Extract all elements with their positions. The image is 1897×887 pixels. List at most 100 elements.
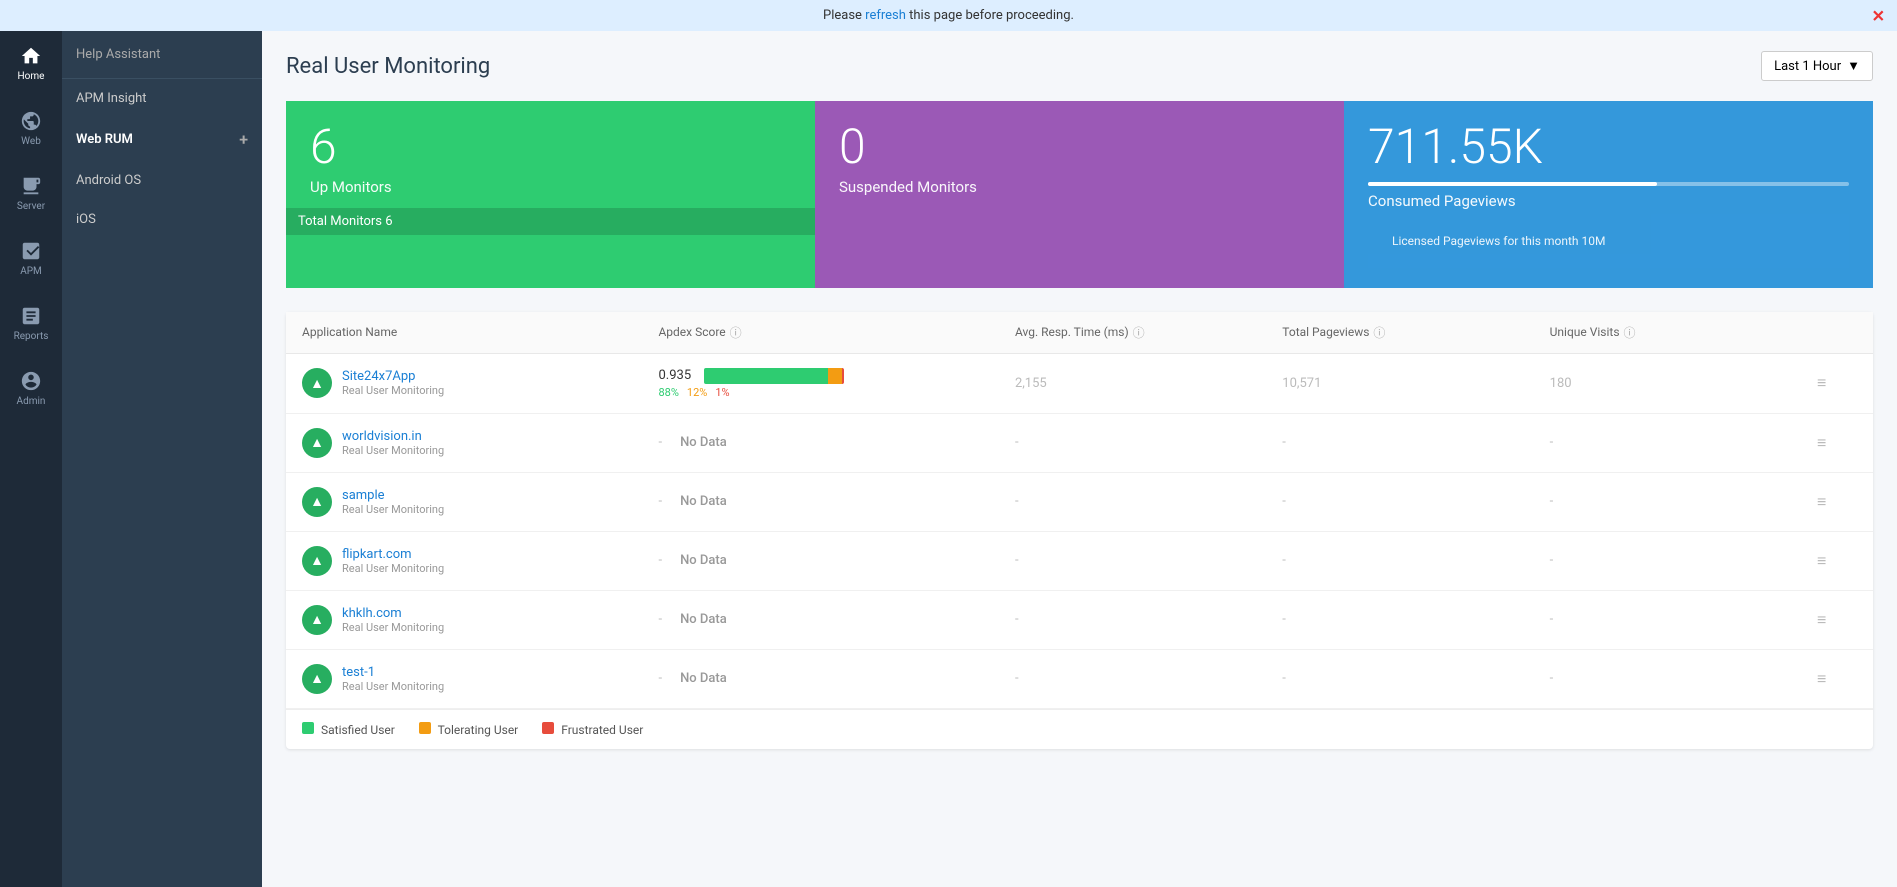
app-name-link[interactable]: Site24x7App [342,369,444,384]
table-row: ▲ khklh.com Real User Monitoring - No Da… [286,591,1873,650]
col-app-name: Application Name [302,324,658,341]
unique-visits-value: - [1550,612,1817,627]
sub-sidebar-android-os[interactable]: Android OS [62,161,262,200]
app-name-link[interactable]: test-1 [342,665,444,680]
apdex-score-dash: - [658,553,662,568]
suspended-monitors-card: 0 Suspended Monitors [815,101,1344,288]
row-menu-icon[interactable]: ≡ [1817,610,1857,630]
apdex-score-dash: - [658,612,662,627]
apdex-score: 0.935 [658,368,694,383]
apdex-cell: - No Data [658,435,1014,450]
main-sidebar: Home Web Server APM Reports Admin [0,31,62,887]
pageviews-progress-fill [1368,182,1657,186]
row-menu-icon[interactable]: ≡ [1817,492,1857,512]
sub-sidebar-header: Help Assistant [62,31,262,79]
avg-resp-value: - [1015,553,1282,568]
table-row: ▲ worldvision.in Real User Monitoring - … [286,414,1873,473]
unique-visits-value: - [1550,494,1817,509]
page-header: Real User Monitoring Last 1 Hour ▼ [286,51,1873,81]
up-monitors-sublabel: Total Monitors 6 [286,208,815,235]
no-data-label: No Data [680,435,727,450]
sidebar-admin-label: Admin [17,396,46,407]
total-pv-value: - [1282,435,1549,450]
col-total-pv: Total Pageviews ⓘ [1282,324,1549,341]
apdex-tolerating-pct: 12% [687,386,707,399]
apdex-info-icon[interactable]: ⓘ [730,324,742,341]
avg-resp-value: 2,155 [1015,376,1282,391]
sidebar-reports-label: Reports [14,331,49,342]
app-name-link[interactable]: worldvision.in [342,429,444,444]
unique-visits-value: - [1550,553,1817,568]
legend-item-satisfied: Satisfied User [302,722,395,737]
app-type: Real User Monitoring [342,562,444,575]
table-row: ▲ flipkart.com Real User Monitoring - No… [286,532,1873,591]
time-selector[interactable]: Last 1 Hour ▼ [1761,51,1873,81]
pageviews-progress [1368,182,1849,186]
legend-row: Satisfied User Tolerating User Frustrate… [286,709,1873,749]
up-monitors-card: 6 Up Monitors Total Monitors 6 [286,101,815,288]
app-name-cell: ▲ worldvision.in Real User Monitoring [302,428,658,458]
sidebar-item-server[interactable]: Server [0,161,62,226]
up-status-icon: ▲ [302,605,332,635]
tolerating-dot [419,722,431,734]
row-menu-icon[interactable]: ≡ [1817,669,1857,689]
up-monitors-number: 6 [310,121,791,174]
col-apdex: Apdex Score ⓘ [658,324,1014,341]
up-status-icon: ▲ [302,664,332,694]
apdex-frustrated-pct: 1% [715,386,729,399]
sub-sidebar-apm-insight[interactable]: APM Insight [62,79,262,118]
pageviews-label: Consumed Pageviews [1368,192,1849,210]
legend-item-tolerating: Tolerating User [419,722,518,737]
unique-visits-info-icon[interactable]: ⓘ [1624,324,1636,341]
close-banner-button[interactable]: ✕ [1872,6,1885,25]
total-pv-value: - [1282,612,1549,627]
add-web-rum-icon[interactable]: + [239,130,248,149]
app-name-link[interactable]: sample [342,488,444,503]
sidebar-apm-label: APM [20,266,42,277]
app-name-cell: ▲ Site24x7App Real User Monitoring [302,368,658,398]
up-status-icon: ▲ [302,487,332,517]
avg-resp-info-icon[interactable]: ⓘ [1133,324,1145,341]
sidebar-item-web[interactable]: Web [0,96,62,161]
sub-sidebar: Help Assistant APM Insight Web RUM + And… [62,31,262,887]
apdex-score-dash: - [658,435,662,450]
apdex-frustrated [842,368,845,384]
no-data-label: No Data [680,671,727,686]
up-status-icon: ▲ [302,428,332,458]
app-name-link[interactable]: khklh.com [342,606,444,621]
app-type: Real User Monitoring [342,621,444,634]
up-status-icon: ▲ [302,368,332,398]
row-menu-icon[interactable]: ≡ [1817,433,1857,453]
avg-resp-value: - [1015,671,1282,686]
no-data-label: No Data [680,494,727,509]
banner-text-after: this page before proceeding. [906,8,1074,23]
suspended-monitors-label: Suspended Monitors [839,178,1320,196]
suspended-monitors-number: 0 [839,121,1320,174]
refresh-link[interactable]: refresh [865,8,906,23]
table-row: ▲ sample Real User Monitoring - No Data … [286,473,1873,532]
apdex-labels: 88% 12% 1% [658,386,1014,399]
row-menu-icon[interactable]: ≡ [1817,373,1857,393]
unique-visits-value: - [1550,671,1817,686]
sidebar-item-apm[interactable]: APM [0,226,62,291]
apdex-satisfied [704,368,827,384]
frustrated-dot [542,722,554,734]
sub-sidebar-web-rum[interactable]: Web RUM + [62,118,262,161]
sub-sidebar-ios[interactable]: iOS [62,200,262,239]
main-content: Real User Monitoring Last 1 Hour ▼ 6 Up … [262,31,1897,887]
sidebar-home-label: Home [18,71,45,82]
avg-resp-value: - [1015,612,1282,627]
apdex-cell: - No Data [658,671,1014,686]
sidebar-item-home[interactable]: Home [0,31,62,96]
total-pv-info-icon[interactable]: ⓘ [1373,324,1385,341]
sidebar-server-label: Server [17,201,45,212]
row-menu-icon[interactable]: ≡ [1817,551,1857,571]
app-name-cell: ▲ flipkart.com Real User Monitoring [302,546,658,576]
unique-visits-value: - [1550,435,1817,450]
apdex-satisfied-pct: 88% [658,386,678,399]
total-pv-value: 10,571 [1282,376,1549,391]
apdex-bar [704,368,844,384]
app-name-link[interactable]: flipkart.com [342,547,444,562]
sidebar-item-admin[interactable]: Admin [0,356,62,421]
sidebar-item-reports[interactable]: Reports [0,291,62,356]
